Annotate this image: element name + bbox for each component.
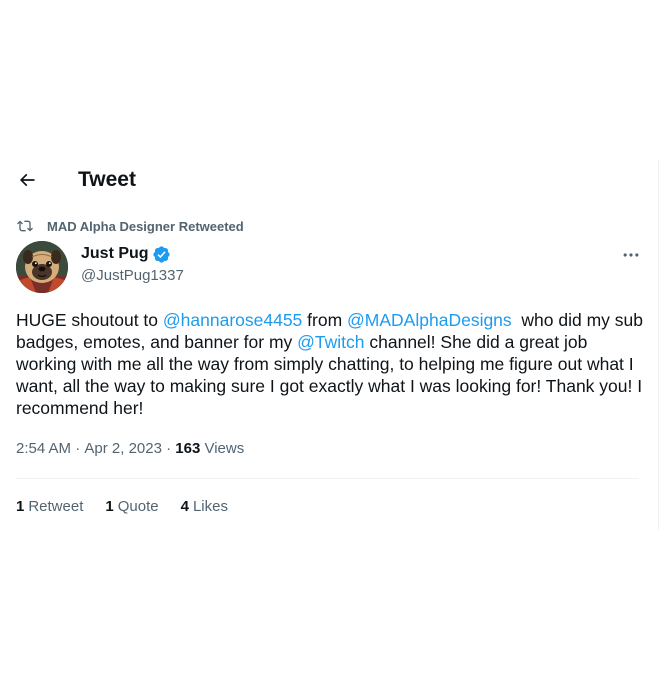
- avatar[interactable]: [16, 241, 68, 293]
- quotes-stat[interactable]: 1 Quote: [105, 498, 158, 515]
- tweet-time[interactable]: 2:54 AM: [16, 440, 71, 457]
- tweet-text-part: HUGE shoutout to: [16, 310, 163, 330]
- page-title: Tweet: [78, 168, 136, 191]
- page-header: Tweet: [0, 160, 659, 200]
- pug-avatar-image: [16, 241, 68, 293]
- author-name-line[interactable]: Just Pug: [81, 244, 171, 264]
- more-horizontal-icon: [623, 253, 639, 257]
- author-handle[interactable]: @JustPug1337: [81, 267, 184, 284]
- likes-label: Likes: [192, 498, 228, 515]
- mention-link-madalphadesigns[interactable]: @MADAlphaDesigns: [347, 310, 512, 330]
- tweet-text-part: from: [302, 310, 348, 330]
- more-options-button[interactable]: [619, 245, 643, 265]
- retweet-icon: [16, 217, 36, 235]
- tweet-text: HUGE shoutout to @hannarose4455 from @MA…: [16, 309, 646, 419]
- tweet-meta: 2:54 AM · Apr 2, 2023 · 163 Views: [16, 440, 244, 457]
- quotes-count: 1: [105, 498, 114, 515]
- author-name[interactable]: Just Pug: [81, 245, 149, 263]
- retweets-stat[interactable]: 1 Retweet: [16, 498, 83, 515]
- retweets-count: 1: [16, 498, 25, 515]
- quotes-label: Quote: [117, 498, 159, 515]
- verified-badge-icon: [152, 245, 171, 264]
- arrow-left-icon: [19, 173, 35, 187]
- meta-separator: ·: [161, 440, 176, 457]
- likes-stat[interactable]: 4 Likes: [181, 498, 228, 515]
- views-label: Views: [200, 440, 245, 457]
- meta-separator: ·: [71, 440, 85, 457]
- mention-link-hannarose4455[interactable]: @hannarose4455: [163, 310, 302, 330]
- views-count: 163: [175, 440, 201, 457]
- tweet-author: Just Pug @JustPug1337: [16, 241, 643, 295]
- retweets-label: Retweet: [28, 498, 84, 515]
- tweet-stats: 1 Retweet 1 Quote 4 Likes: [16, 498, 250, 515]
- retweet-label: MAD Alpha Designer Retweeted: [47, 218, 244, 234]
- divider: [16, 478, 639, 479]
- retweet-context[interactable]: MAD Alpha Designer Retweeted: [16, 216, 244, 236]
- tweet-date[interactable]: Apr 2, 2023: [84, 440, 162, 457]
- tweet-page: Tweet MAD Alpha Designer Retweeted Just …: [0, 0, 659, 696]
- back-button[interactable]: [14, 168, 40, 192]
- mention-link-twitch[interactable]: @Twitch: [297, 332, 364, 352]
- likes-count: 4: [180, 498, 189, 515]
